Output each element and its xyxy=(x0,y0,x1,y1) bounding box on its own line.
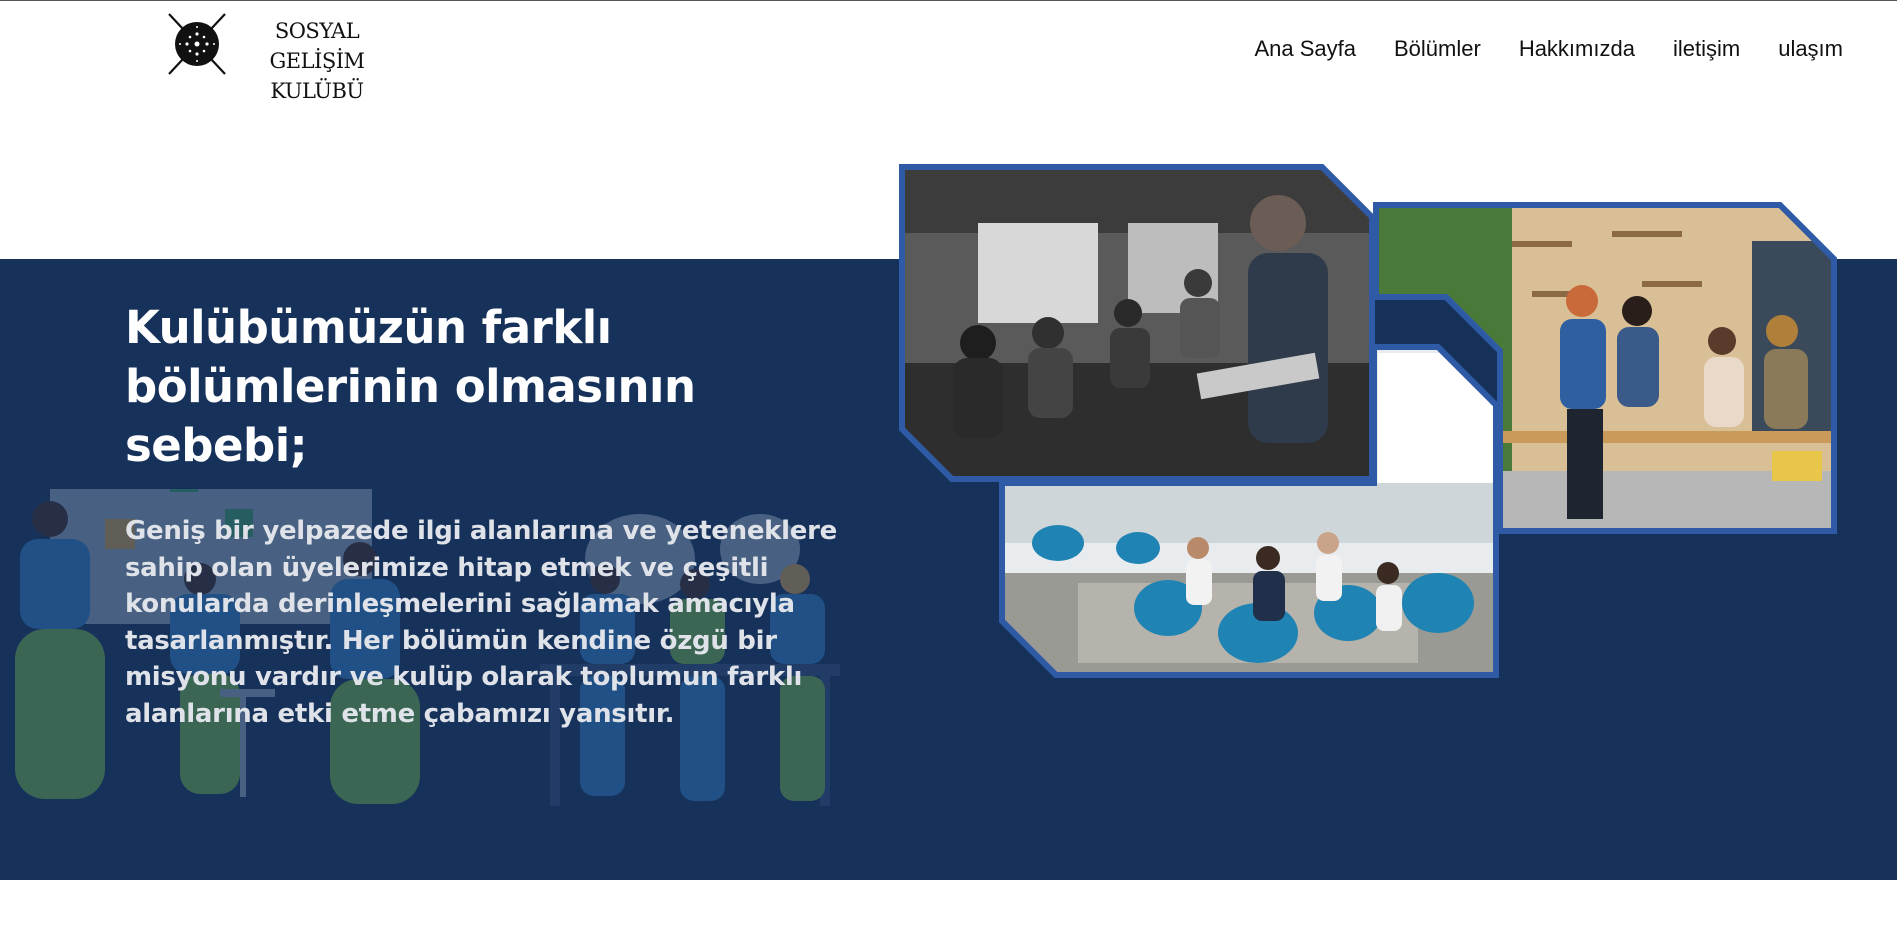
logo-text: SOSYAL GELİŞİM KULÜBÜ xyxy=(227,16,407,106)
top-border xyxy=(0,0,1897,1)
nav-about[interactable]: Hakkımızda xyxy=(1519,36,1635,62)
nav-departments[interactable]: Bölümler xyxy=(1394,36,1481,62)
logo-line-2: KULÜBÜ xyxy=(270,79,364,103)
nav-transport[interactable]: ulaşım xyxy=(1778,36,1843,62)
lounge-meeting-photo xyxy=(998,343,1500,679)
nav-home[interactable]: Ana Sayfa xyxy=(1254,36,1356,62)
hero-title: Kulübümüzün farklı bölümlerinin olmasını… xyxy=(125,301,696,472)
nav-contact[interactable]: iletişim xyxy=(1673,36,1740,62)
hero-description: Geniş bir yelpazede ilgi alanlarına ve y… xyxy=(125,516,837,729)
club-logo[interactable]: SOSYAL GELİŞİM KULÜBÜ xyxy=(165,12,405,103)
logo-line-1: SOSYAL GELİŞİM xyxy=(269,19,365,73)
main-nav: Ana Sayfa Bölümler Hakkımızda iletişim u… xyxy=(1254,36,1843,62)
logo-emblem-icon xyxy=(168,13,226,75)
